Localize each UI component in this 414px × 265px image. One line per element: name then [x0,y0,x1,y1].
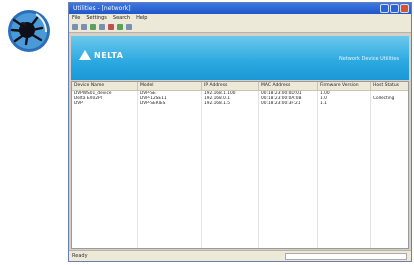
col-firmware-version[interactable]: Firmware Version [318,82,371,91]
banner-tagline: Network Device Utilities [339,56,399,62]
device-table: Device Name Model IP Address MAC Address… [71,81,409,249]
col-mac-address[interactable]: MAC Address [259,82,318,91]
brand-name: NELTA [94,50,124,60]
col-device-name[interactable]: Device Name [72,82,138,91]
status-text: Ready [72,253,88,259]
stop-icon[interactable] [108,24,114,30]
open-icon[interactable] [81,24,87,30]
table-empty-area [72,106,408,248]
spider-logo-icon [8,10,50,52]
window-title: Utilities - [network] [73,5,131,12]
connect-icon[interactable] [117,24,123,30]
utility-window: Utilities - [network] File Settings Sear… [68,2,412,262]
status-bar: Ready [69,250,411,261]
col-model[interactable]: Model [138,82,202,91]
help-icon[interactable] [126,24,132,30]
search-icon[interactable] [72,24,78,30]
toolbar [69,22,411,33]
menu-help[interactable]: Help [136,14,147,22]
maximize-button[interactable] [390,4,399,13]
col-ip-address[interactable]: IP Address [202,82,259,91]
close-button[interactable] [400,4,409,13]
refresh-icon[interactable] [90,24,96,30]
col-host-status[interactable]: Host Status [371,82,408,91]
minimize-button[interactable] [380,4,389,13]
window-titlebar: Utilities - [network] [69,3,411,14]
table-header: Device Name Model IP Address MAC Address… [72,82,408,91]
status-progress [285,253,407,260]
menu-search[interactable]: Search [113,14,130,22]
menu-settings[interactable]: Settings [86,14,107,22]
settings-icon[interactable] [99,24,105,30]
menu-file[interactable]: File [72,14,80,22]
menu-bar: File Settings Search Help [69,14,411,22]
brand-banner: NELTA Network Device Utilities [71,36,409,80]
delta-logo-icon [79,50,91,60]
